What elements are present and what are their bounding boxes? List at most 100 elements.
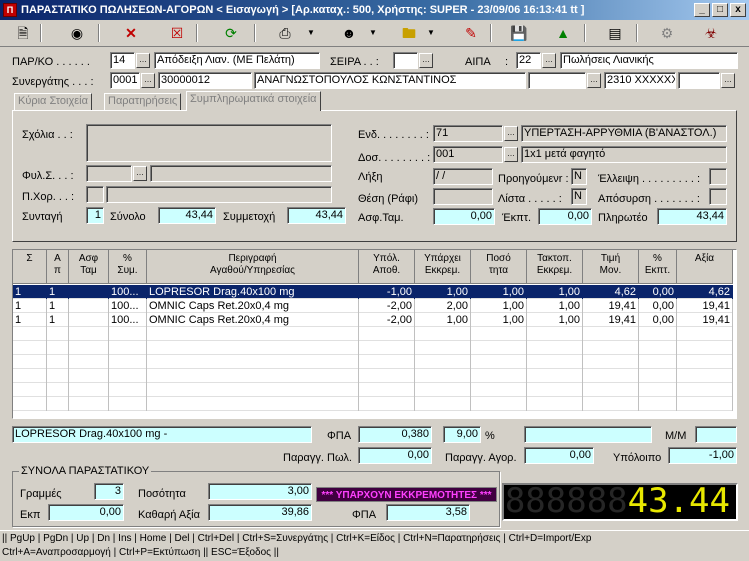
aposyrsi-field[interactable] [709, 188, 727, 205]
column-header[interactable]: % Εκπτ. [639, 250, 677, 284]
items-grid[interactable]: Σ Απ Ασφ Ταμ% Συμ. Περιγραφή Αγαθού/Υπηρεσίας Υ… [12, 249, 737, 419]
column-header[interactable]: Ασφ Ταμ [69, 250, 109, 284]
thesi-field[interactable] [433, 188, 493, 205]
table-row[interactable] [13, 397, 733, 411]
people-icon[interactable]: ☻ [338, 23, 360, 43]
table-row[interactable] [13, 383, 733, 397]
synergatis-phone-field[interactable]: 2310 XXXXXX [604, 72, 676, 89]
synolo-field[interactable]: 43,44 [158, 207, 216, 224]
print-dropdown-icon[interactable]: ▼ [300, 23, 322, 43]
column-header[interactable]: Τιμή Μον. [583, 250, 639, 284]
end-lookup-button[interactable]: … [504, 126, 518, 141]
tab-main-details[interactable]: Κύρια Στοιχεία [14, 93, 92, 110]
aipa-label: ΑΙΠΑ [465, 56, 491, 68]
fyl-description-field[interactable] [150, 165, 332, 182]
save-icon[interactable]: 💾 [508, 23, 530, 43]
item-description-field[interactable]: LOPRESOR Drag.40x100 mg - [12, 426, 312, 443]
column-header[interactable]: Αξία [677, 250, 733, 284]
seira-lookup-button[interactable]: … [419, 53, 433, 68]
parko-lookup-button[interactable]: … [136, 53, 150, 68]
synergatis-code-field[interactable]: 0001 [110, 72, 140, 89]
symmetoxi-field[interactable]: 43,44 [287, 207, 346, 224]
cancel-icon[interactable]: ☒ [166, 23, 188, 43]
new-document-icon[interactable]: 🗎 [12, 23, 34, 43]
column-header[interactable]: Υπάρχει Εκκρεμ. [415, 250, 471, 284]
dos-lookup-button[interactable]: … [504, 147, 518, 162]
fyl-lookup-button[interactable]: … [133, 166, 147, 181]
column-header[interactable]: Απ [47, 250, 69, 284]
elleipsi-field[interactable] [709, 168, 727, 185]
parko-description-field[interactable]: Απόδειξη Λιαν. (ΜΕ Πελάτη) [154, 52, 320, 69]
dos-code-field[interactable]: 001 [433, 146, 503, 163]
upload-icon[interactable]: ▲ [552, 23, 574, 43]
table-row[interactable] [13, 355, 733, 369]
lixi-field[interactable]: / / [433, 168, 493, 185]
mm-field[interactable] [695, 426, 737, 443]
asftam-field[interactable]: 0,00 [433, 208, 495, 225]
money-icon[interactable]: ▤ [604, 23, 626, 43]
dos-description-field[interactable]: 1x1 μετά φαγητό [521, 146, 727, 163]
totals-fpa-field[interactable]: 3,58 [386, 504, 470, 521]
tab-notes[interactable]: Παρατηρήσεις [104, 93, 182, 110]
kathari-field[interactable]: 39,86 [208, 504, 312, 521]
column-header[interactable]: Ποσό τητα [471, 250, 527, 284]
exit-icon[interactable]: ☣ [700, 23, 722, 43]
lista-field[interactable]: N [571, 188, 587, 205]
folder-icon[interactable]: 🖿 [398, 23, 420, 43]
delete-icon[interactable]: ✕ [120, 23, 142, 43]
seira-field[interactable] [393, 52, 418, 69]
column-header[interactable]: Υπόλ. Αποθ. [359, 250, 415, 284]
end-code-field[interactable]: 71 [433, 125, 503, 142]
synergatis-extra-field[interactable] [528, 72, 586, 89]
proigoumenr-field[interactable]: N [571, 168, 587, 185]
maximize-button[interactable]: □ [712, 3, 728, 17]
column-header[interactable]: Σ [13, 250, 47, 284]
synergatis-account-field[interactable]: 30000012 [158, 72, 252, 89]
table-row[interactable]: 1 1 100... LOPRESOR Drag.40x100 mg -1,00 1,00… [13, 285, 733, 299]
binoculars-icon[interactable]: ◉ [66, 23, 88, 43]
parko-code-field[interactable]: 14 [110, 52, 135, 69]
extra-info-field[interactable] [524, 426, 652, 443]
fpa-amount-field[interactable]: 0,380 [358, 426, 432, 443]
fpa-rate-field[interactable]: 9,00 [443, 426, 481, 443]
grammes-field[interactable]: 3 [94, 483, 124, 500]
column-header[interactable]: Περιγραφή Αγαθού/Υπηρεσίας [147, 250, 359, 284]
synergatis-name-field[interactable]: ΑΝΑΓΝΩΣΤΟΠΟΥΛΟΣ ΚΩΝΣΤΑΝΤΙΝΟΣ [254, 72, 526, 89]
table-row[interactable]: 1 1 100... OMNIC Caps Ret.20x0,4 mg -2,00 1,0… [13, 313, 733, 327]
aipa-description-field[interactable]: Πωλήσεις Λιανικής [560, 52, 738, 69]
ekp-field[interactable]: 0,00 [48, 504, 124, 521]
ekpt-field[interactable]: 0,00 [538, 208, 592, 225]
table-row[interactable] [13, 327, 733, 341]
pxor-description-field[interactable] [106, 186, 332, 203]
synergatis-phone-dropdown[interactable]: … [721, 73, 735, 88]
synergatis-extra-dropdown[interactable]: … [587, 73, 601, 88]
tab-supplementary[interactable]: Συμπληρωματικά στοιχεία [186, 91, 321, 111]
tools-icon[interactable]: ⚙ [656, 23, 678, 43]
posotita-field[interactable]: 3,00 [208, 483, 312, 500]
table-row[interactable]: 1 1 100... OMNIC Caps Ret.20x0,4 mg -2,00 2,0… [13, 299, 733, 313]
people-dropdown-icon[interactable]: ▼ [362, 23, 384, 43]
pxor-field[interactable] [86, 186, 104, 203]
aipa-code-field[interactable]: 22 [516, 52, 541, 69]
pencil-icon[interactable]: ✎ [460, 23, 482, 43]
column-header[interactable]: % Συμ. [109, 250, 147, 284]
close-button[interactable]: x [730, 3, 746, 17]
minimize-button[interactable]: _ [694, 3, 710, 17]
synergatis-lookup-button[interactable]: … [141, 73, 155, 88]
paragg-pol-field[interactable]: 0,00 [358, 447, 432, 464]
folder-dropdown-icon[interactable]: ▼ [420, 23, 442, 43]
column-header[interactable]: Τακτοπ. Εκκρεμ. [527, 250, 583, 284]
table-row[interactable] [13, 369, 733, 383]
syntagi-field[interactable]: 1 [86, 207, 104, 224]
table-row[interactable] [13, 341, 733, 355]
paragg-agor-field[interactable]: 0,00 [524, 447, 594, 464]
ypoloipo-field[interactable]: -1,00 [668, 447, 737, 464]
print-icon[interactable]: ⎙ [274, 23, 296, 43]
pliroteo-field[interactable]: 43,44 [657, 208, 727, 225]
end-description-field[interactable]: ΥΠΕΡΤΑΣΗ-ΑΡΡΥΘΜΙΑ (Β'ΑΝΑΣΤΟΛ.) [521, 125, 727, 142]
fyl-field[interactable] [86, 165, 132, 182]
aipa-lookup-button[interactable]: … [542, 53, 556, 68]
synergatis-phone-extra-field[interactable] [678, 72, 720, 89]
sxolia-field[interactable] [86, 124, 332, 162]
refresh-icon[interactable]: ⟳ [220, 23, 242, 43]
